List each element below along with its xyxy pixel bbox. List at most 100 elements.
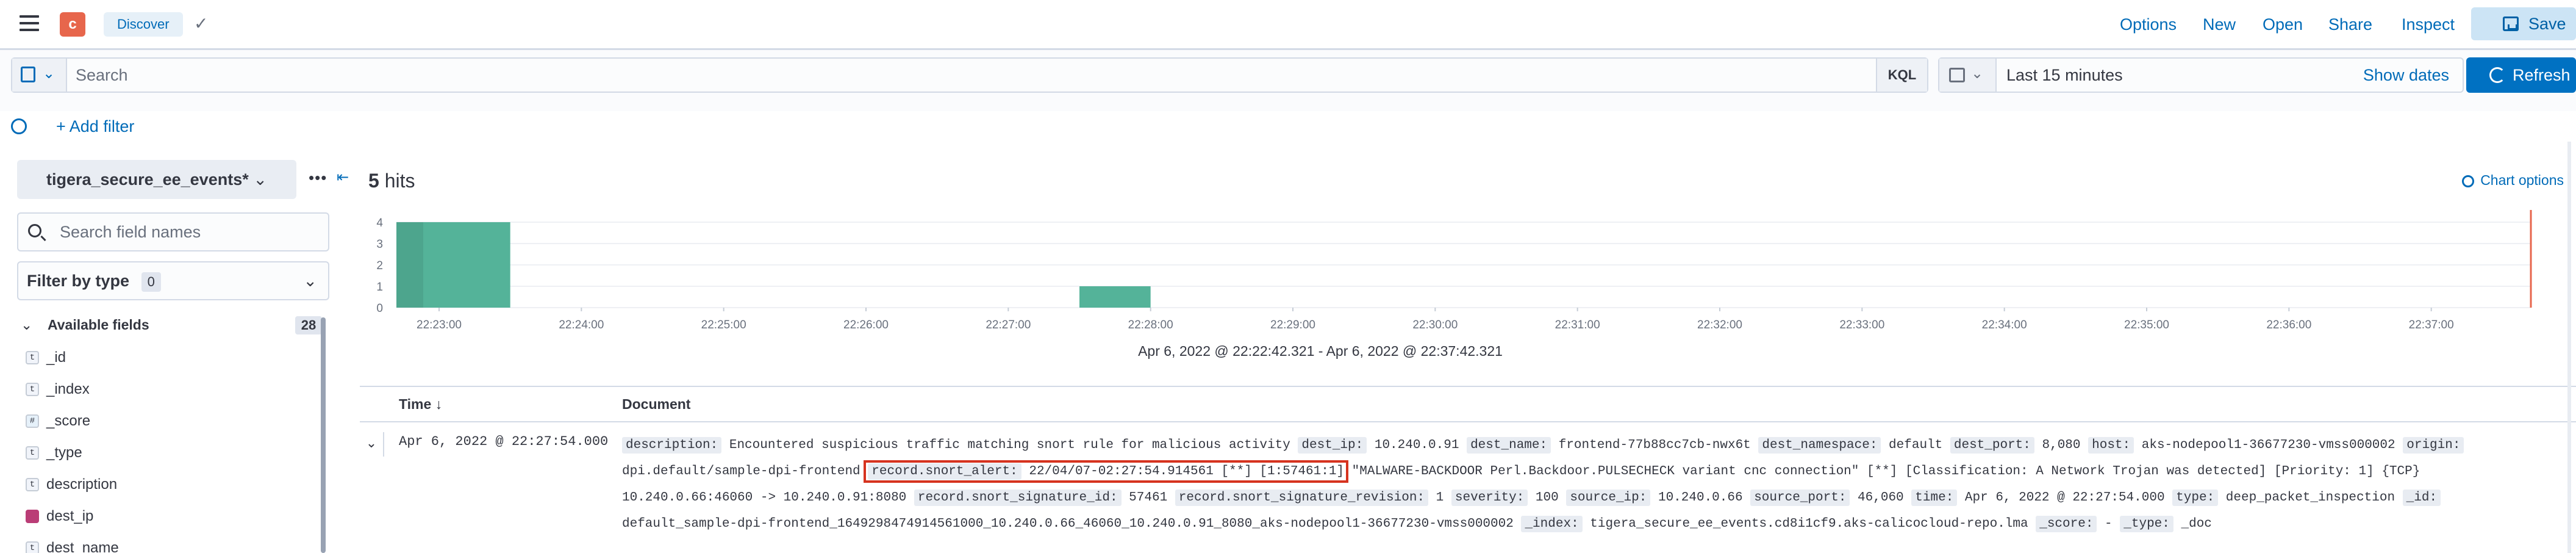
document-column-header: Document: [622, 396, 691, 412]
doc-field: dest_ip: 10.240.0.91: [1298, 437, 1459, 454]
search-input[interactable]: Search: [76, 59, 128, 92]
collapse-sidebar-icon[interactable]: ⇤: [337, 168, 349, 186]
refresh-button[interactable]: Refresh: [2466, 57, 2576, 93]
doc-field-key: origin:: [2403, 437, 2464, 454]
string-type-icon: t: [26, 446, 39, 460]
share-link[interactable]: Share: [2328, 13, 2372, 35]
doc-field: description: Encountered suspicious traf…: [622, 437, 1290, 454]
doc-field-value: 100: [1535, 491, 1559, 505]
save-button[interactable]: Save: [2471, 7, 2576, 40]
expand-row-icon[interactable]: ⌄: [360, 432, 384, 457]
add-filter-link[interactable]: + Add filter: [56, 116, 134, 137]
field-sidebar: tigera_secure_ee_events* ⌄ ••• ⇤ Search …: [0, 142, 349, 553]
options-link[interactable]: Options: [2120, 13, 2177, 35]
x-tick-label: 22:37:00: [2409, 319, 2454, 331]
doc-field-key: host:: [2088, 437, 2134, 454]
x-tick-label: 22:36:00: [2266, 319, 2311, 331]
filter-row: + Add filter: [0, 111, 2576, 142]
doc-field-value: tigera_secure_ee_events.cd8i1cf9.aks-cal…: [1590, 517, 2028, 531]
date-picker: ⌄ Last 15 minutes Show dates: [1938, 57, 2464, 93]
doc-field-value: dpi.default/sample-dpi-frontend: [622, 464, 860, 479]
doc-field-value: Encountered suspicious traffic matching …: [729, 438, 1290, 452]
index-pattern-selector[interactable]: tigera_secure_ee_events* ⌄: [17, 160, 296, 199]
field-name: _index: [46, 381, 90, 397]
field-item[interactable]: t _index: [17, 374, 310, 405]
filter-menu-icon[interactable]: [11, 118, 27, 134]
hits-count: 5 hits: [368, 170, 415, 192]
doc-field: _score: -: [2036, 516, 2120, 532]
field-item[interactable]: t _type: [17, 437, 310, 469]
doc-field-value: frontend-77b88cc7cb-nwx6t: [1558, 438, 1751, 452]
ip-type-icon: [26, 510, 39, 523]
chevron-down-icon: ⌄: [253, 170, 267, 189]
doc-field-key: record.snort_signature_id:: [914, 490, 1122, 506]
available-fields-header[interactable]: ⌄ Available fields 28: [17, 311, 322, 338]
query-bar: ⌄ Search KQL ⌄ Last 15 minutes Show date…: [0, 50, 2576, 111]
histogram-bar: [1079, 286, 1151, 308]
x-tick-label: 22:27:00: [986, 319, 1031, 331]
more-options-icon[interactable]: •••: [309, 168, 327, 187]
quick-menu-button[interactable]: ⌄: [1939, 59, 1997, 92]
filter-by-type-button[interactable]: Filter by type 0 ⌄: [17, 261, 329, 300]
field-item[interactable]: dest_ip: [17, 501, 310, 532]
time-range-display[interactable]: Last 15 minutes: [2006, 59, 2123, 92]
doc-field-key: source_ip:: [1566, 490, 1651, 506]
chart-time-range: Apr 6, 2022 @ 22:22:42.321 - Apr 6, 2022…: [1138, 343, 1503, 359]
histogram-chart[interactable]: 0 1 2 3 4 22:23:00 22:24:00 22:25:00 22:26:00 22:…: [360, 209, 2555, 337]
doc-field-key: type:: [2172, 490, 2219, 506]
show-dates-link[interactable]: Show dates: [2363, 59, 2449, 92]
main-panel: 5 hits Chart options 0 1 2 3 4 22:23:00 22:24:…: [360, 142, 2576, 553]
time-column-header[interactable]: Time ↓: [399, 387, 442, 421]
doc-field-value: 10.240.0.91: [1374, 438, 1459, 452]
field-item[interactable]: t dest_name: [17, 532, 310, 553]
doc-table-header: Time ↓ Document: [360, 386, 2576, 422]
doc-field: dest_name: frontend-77b88cc7cb-nwx6t: [1467, 437, 1751, 454]
field-list: t _id t _index # _score t _type t description…: [17, 342, 310, 553]
y-tick-label: 0: [376, 302, 383, 315]
space-avatar[interactable]: c: [60, 12, 85, 37]
document-source: description: Encountered suspicious traf…: [622, 432, 2543, 537]
field-name: _type: [46, 444, 82, 461]
saved-query-button[interactable]: ⌄: [12, 59, 67, 92]
partial-bucket-shade: [396, 222, 423, 308]
x-tick-label: 22:30:00: [1412, 319, 1458, 331]
doc-field: host: aks-nodepool1-36677230-vmss000002: [2088, 437, 2395, 454]
breadcrumb-discover[interactable]: Discover: [104, 12, 183, 37]
kql-toggle[interactable]: KQL: [1876, 59, 1927, 92]
field-item[interactable]: # _score: [17, 405, 310, 437]
x-tick-label: 22:34:00: [1982, 319, 2027, 331]
field-item[interactable]: t description: [17, 469, 310, 501]
sort-arrow-icon[interactable]: ↓: [435, 396, 443, 412]
string-type-icon: t: [26, 478, 39, 491]
doc-field-value: 57461: [1129, 491, 1168, 505]
chart-options-label: Chart options: [2480, 172, 2564, 188]
new-link[interactable]: New: [2203, 13, 2236, 35]
field-search-input[interactable]: Search field names: [17, 212, 329, 251]
field-name: _id: [46, 349, 66, 366]
main-scrollbar[interactable]: [2567, 142, 2571, 553]
sidebar-scrollbar[interactable]: [321, 317, 326, 553]
x-tick-label: 22:31:00: [1555, 319, 1600, 331]
doc-field-value: default_sample-dpi-frontend_164929847491…: [622, 517, 1514, 531]
menu-icon[interactable]: [20, 15, 39, 32]
hits-label: hits: [384, 170, 415, 192]
doc-field-value: 46,060: [1858, 491, 1904, 505]
x-tick-label: 22:32:00: [1697, 319, 1742, 331]
doc-field-value: 8,080: [2042, 438, 2081, 452]
doc-field: _type: _doc: [2120, 516, 2212, 532]
field-item[interactable]: t _id: [17, 342, 310, 374]
chevron-down-icon: ⌄: [303, 272, 317, 290]
doc-field-value: deep_packet_inspection: [2225, 491, 2395, 505]
doc-field-key: dest_port:: [1950, 437, 2034, 454]
field-name: _score: [46, 413, 91, 429]
available-fields-label: Available fields: [48, 317, 149, 333]
open-link[interactable]: Open: [2263, 13, 2303, 35]
index-pattern-label: tigera_secure_ee_events*: [46, 170, 249, 189]
search-bar: ⌄ Search KQL: [11, 57, 1928, 93]
chart-options-button[interactable]: Chart options: [2462, 172, 2564, 189]
doc-field-key: _score:: [2036, 516, 2097, 532]
x-tick-label: 22:29:00: [1270, 319, 1315, 331]
filter-by-type-label: Filter by type: [27, 272, 130, 290]
save-label: Save: [2528, 15, 2566, 33]
inspect-link[interactable]: Inspect: [2402, 13, 2455, 35]
